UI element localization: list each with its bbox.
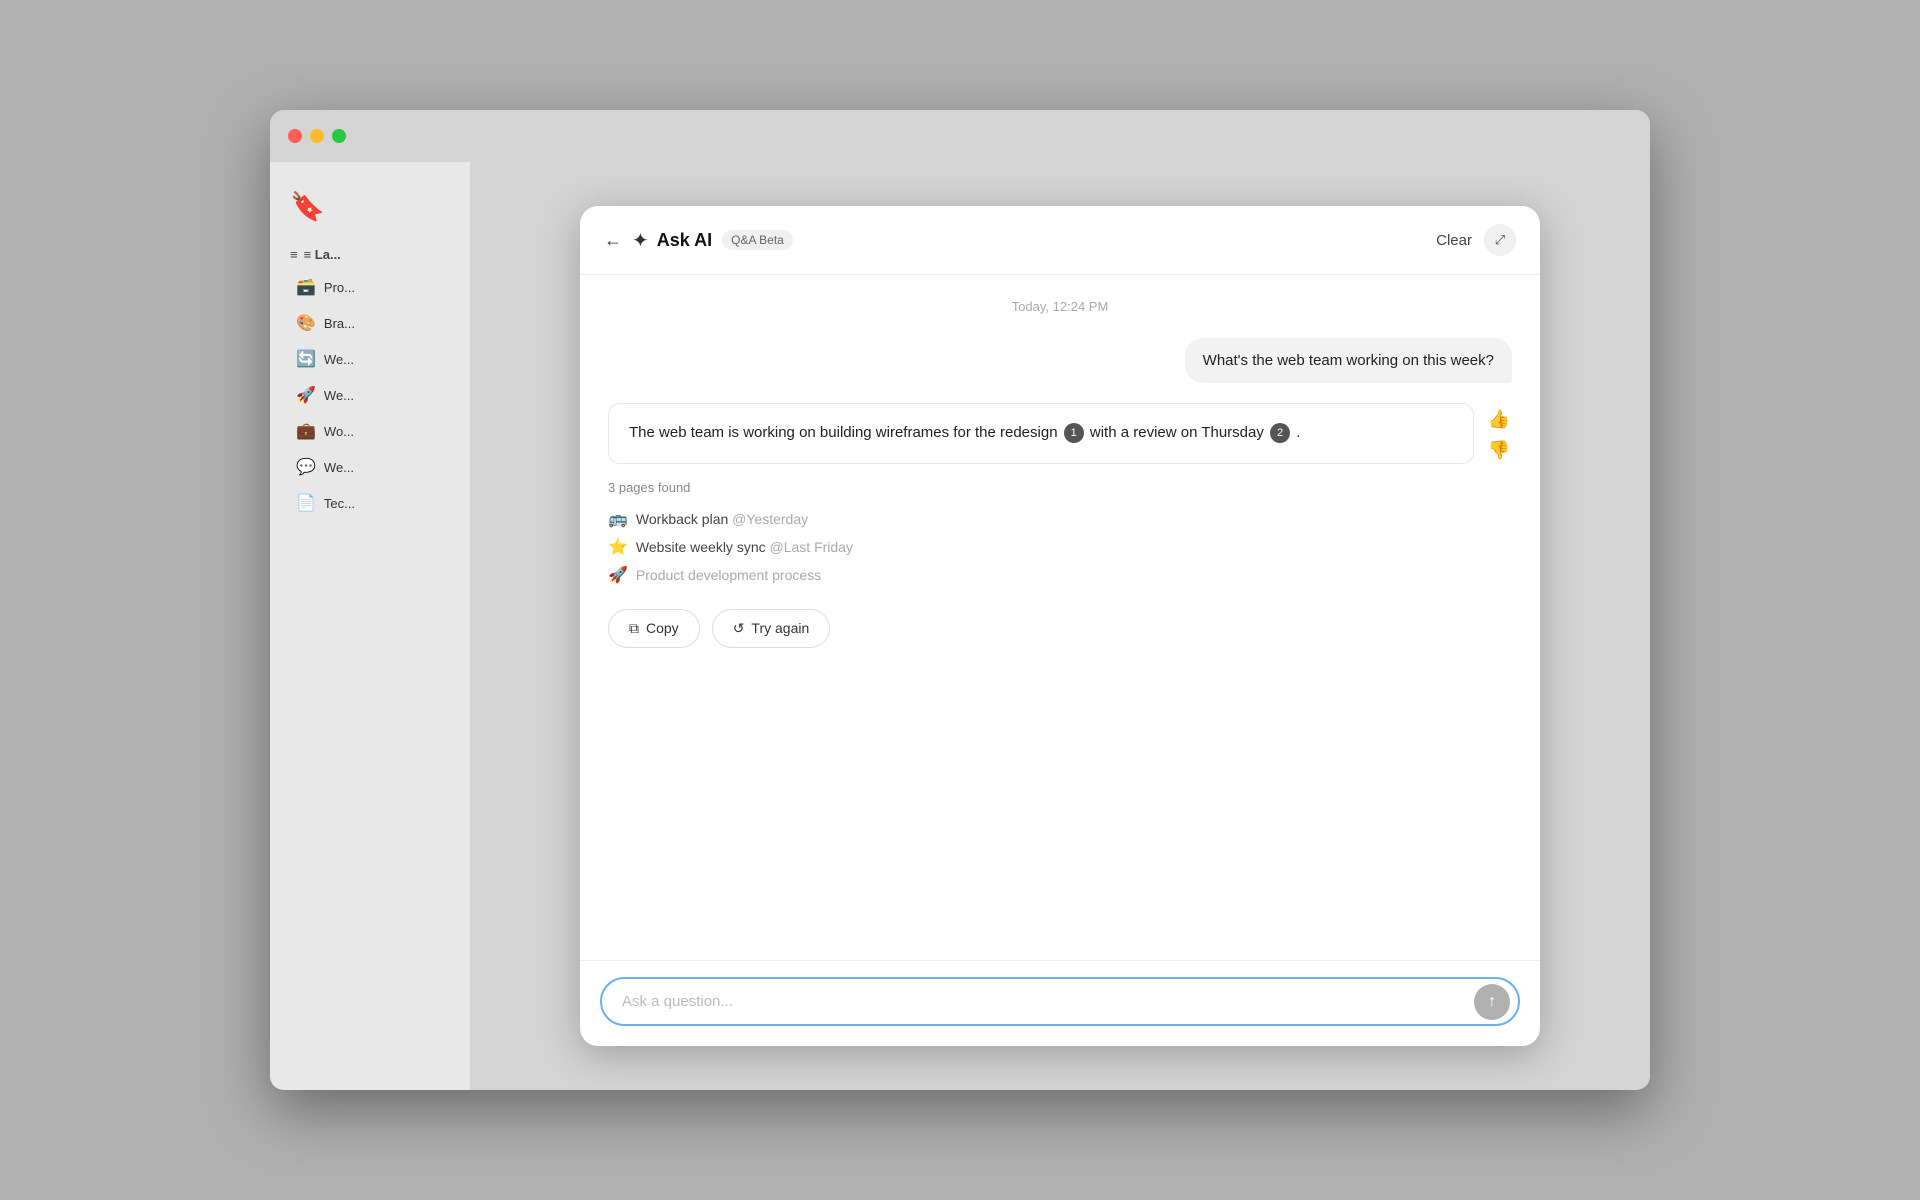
sidebar-item-label: Bra... [324,316,355,331]
website-sync-emoji: ⭐ [608,537,628,557]
sidebar-item-label: We... [324,460,354,475]
dialog-header: ← ✦ Ask AI Q&A Beta Clear ⤢ [580,206,1540,275]
brand-icon: 🎨 [296,313,316,333]
clear-button[interactable]: Clear [1436,232,1472,249]
try-again-button[interactable]: ↺ Try again [712,609,831,648]
ask-ai-dialog: ← ✦ Ask AI Q&A Beta Clear ⤢ Today, 12:24… [580,206,1540,1046]
ai-bubble: The web team is working on building wire… [608,403,1474,464]
website2-icon: 🚀 [296,385,316,405]
copy-label: Copy [646,620,679,636]
back-icon: ← [604,230,622,251]
bookmark-icon: 🔖 [270,174,470,239]
ai-sparkle-icon: ✦ [632,228,649,253]
page-item-website-sync[interactable]: ⭐ Website weekly sync @Last Friday [608,533,1512,561]
back-button[interactable]: ← [604,230,622,251]
sidebar-item-tech[interactable]: 📄 Tec... [276,486,464,520]
citation-2[interactable]: 2 [1270,423,1290,443]
action-buttons: ⧉ Copy ↺ Try again [608,609,1512,648]
retry-icon: ↺ [733,620,745,637]
thumbs-down-button[interactable]: 👎 [1486,438,1512,463]
window-content: 🔖 ≡ ≡ La... 🗃️ Pro... 🎨 Bra... 🔄 We... [270,162,1650,1090]
projects-icon: 🗃️ [296,277,316,297]
user-bubble: What's the web team working on this week… [1185,338,1512,383]
mac-window: 🔖 ≡ ≡ La... 🗃️ Pro... 🎨 Bra... 🔄 We... [270,110,1650,1090]
sidebar-item-label: We... [324,388,354,403]
sidebar-item-weekly[interactable]: 💬 We... [276,450,464,484]
dialog-title: Ask AI [657,230,712,251]
product-dev-emoji: 🚀 [608,565,628,585]
workback-date: @Yesterday [732,511,808,527]
send-button[interactable]: ↑ [1474,984,1510,1020]
close-button[interactable] [288,129,302,143]
page-label-website-sync: Website weekly sync @Last Friday [636,539,853,555]
user-message: What's the web team working on this week… [608,338,1512,383]
ai-text-after: . [1296,424,1300,441]
sidebar-item-label: We... [324,352,354,367]
website1-icon: 🔄 [296,349,316,369]
sidebar-item-label: Wo... [324,424,354,439]
copy-button[interactable]: ⧉ Copy [608,609,700,648]
weekly-icon: 💬 [296,457,316,477]
sidebar: 🔖 ≡ ≡ La... 🗃️ Pro... 🎨 Bra... 🔄 We... [270,162,470,1090]
ai-response-row: The web team is working on building wire… [608,403,1512,464]
thumbs-up-button[interactable]: 👍 [1486,407,1512,432]
tech-icon: 📄 [296,493,316,513]
pages-found-count: 3 pages found [608,480,1512,495]
try-again-label: Try again [751,620,809,636]
sidebar-items: 🗃️ Pro... 🎨 Bra... 🔄 We... 🚀 We... 💼 [270,270,470,520]
workback-emoji: 🚌 [608,509,628,529]
copy-icon: ⧉ [629,620,639,637]
sidebar-item-website2[interactable]: 🚀 We... [276,378,464,412]
maximize-button[interactable] [332,129,346,143]
input-wrapper: ↑ [600,977,1520,1026]
collapse-icon: ⤢ [1495,232,1505,248]
ai-text-before-ref1: The web team is working on building wire… [629,424,1058,441]
sidebar-item-projects[interactable]: 🗃️ Pro... [276,270,464,304]
thumbs-up-icon: 👍 [1488,409,1510,429]
collapse-button[interactable]: ⤢ [1484,224,1516,256]
message-timestamp: Today, 12:24 PM [608,299,1512,314]
page-label-workback: Workback plan @Yesterday [636,511,808,527]
minimize-button[interactable] [310,129,324,143]
list-icon: ≡ [290,247,298,262]
sidebar-item-website1[interactable]: 🔄 We... [276,342,464,376]
dialog-footer: ↑ [580,960,1540,1046]
page-label-product-dev: Product development process [636,567,821,583]
ai-text-middle-content: with a review on Thursday [1090,424,1264,441]
beta-badge: Q&A Beta [722,230,793,250]
workback-icon: 💼 [296,421,316,441]
main-area: ← ✦ Ask AI Q&A Beta Clear ⤢ Today, 12:24… [470,162,1650,1090]
feedback-buttons: 👍 👎 [1486,407,1512,463]
sidebar-section-title: ≡ ≡ La... [270,239,470,270]
pages-found: 3 pages found 🚌 Workback plan @Yesterday… [608,480,1512,589]
sidebar-item-label: Tec... [324,496,355,511]
thumbs-down-icon: 👎 [1488,440,1510,460]
titlebar [270,110,1650,162]
sidebar-item-workback[interactable]: 💼 Wo... [276,414,464,448]
send-icon: ↑ [1488,993,1496,1011]
question-input[interactable] [622,979,1474,1024]
page-item-workback[interactable]: 🚌 Workback plan @Yesterday [608,505,1512,533]
page-item-product-dev[interactable]: 🚀 Product development process [608,561,1512,589]
dialog-body: Today, 12:24 PM What's the web team work… [580,275,1540,960]
citation-1[interactable]: 1 [1064,423,1084,443]
website-sync-date: @Last Friday [770,539,853,555]
sidebar-item-label: Pro... [324,280,355,295]
ai-response: The web team is working on building wire… [608,403,1512,648]
sidebar-item-brand[interactable]: 🎨 Bra... [276,306,464,340]
